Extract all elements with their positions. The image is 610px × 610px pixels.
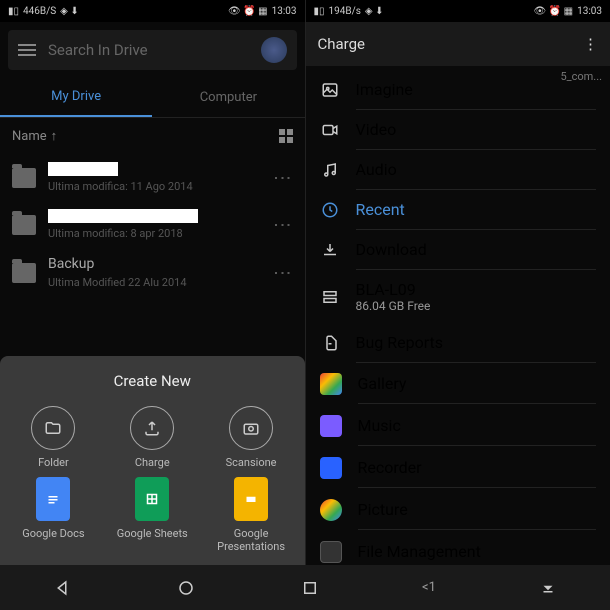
grid-view-icon[interactable] <box>279 129 293 143</box>
tab-my-drive[interactable]: My Drive <box>0 78 152 117</box>
speed-text: 446B/S <box>23 6 56 17</box>
gallery-icon <box>320 373 342 395</box>
more-icon[interactable]: ⋮ <box>272 264 293 282</box>
create-scan[interactable]: Scansione <box>206 406 297 469</box>
download-icon <box>320 240 340 260</box>
recorder-icon <box>320 457 342 479</box>
cat-downloads[interactable]: Download <box>306 230 610 270</box>
picker-panel: ▮▯194B/s◈ ⬇ 👁 ⏰ ▦13:03 Charge ⋮ 5_com...… <box>306 0 610 565</box>
storage-icon <box>320 287 340 307</box>
create-slides[interactable]: Google Presentations <box>206 477 297 553</box>
sheets-icon <box>135 477 169 521</box>
nav-bar: <1 <box>0 565 610 610</box>
file-row[interactable]: Backup Ultima Modified 22 Alu 2014 ⋮ <box>0 248 305 297</box>
create-folder[interactable]: Folder <box>8 406 99 469</box>
speed-text: 194B/s <box>329 6 361 17</box>
cat-video[interactable]: Video <box>306 110 610 150</box>
audio-icon <box>320 160 340 180</box>
cat-bugreports[interactable]: Bug Reports <box>306 323 610 363</box>
cat-audio[interactable]: Audio <box>306 150 610 190</box>
more-icon[interactable]: ⋮ <box>583 35 598 53</box>
arrow-up-icon: ↑ <box>51 128 58 144</box>
create-docs[interactable]: Google Docs <box>8 477 99 553</box>
nav-recent[interactable] <box>298 576 322 600</box>
search-input[interactable]: Search In Drive <box>48 41 249 59</box>
folder-icon <box>12 263 36 283</box>
file-meta: Ultima Modified 22 Alu 2014 <box>48 276 260 289</box>
more-icon[interactable]: ⋮ <box>272 169 293 187</box>
create-upload[interactable]: Charge <box>107 406 198 469</box>
app-picture[interactable]: Picture <box>306 489 610 531</box>
folder-icon <box>12 215 36 235</box>
folder-badge: 5_com... <box>560 70 602 83</box>
clock-icon <box>320 200 340 220</box>
nav-home[interactable] <box>174 576 198 600</box>
status-bar-left: ▮▯446B/S◈ ⬇ 👁 ⏰ ▦13:03 <box>0 0 305 22</box>
create-sheet: Create New Folder Charge Scansione Googl… <box>0 356 305 565</box>
image-icon <box>320 80 340 100</box>
signal-icon: ▮▯ <box>314 6 325 17</box>
time-text: 13:03 <box>272 6 297 17</box>
picture-icon <box>320 499 342 521</box>
status-bar-right: ▮▯194B/s◈ ⬇ 👁 ⏰ ▦13:03 <box>306 0 610 22</box>
file-name: Backup <box>48 256 260 272</box>
file-name <box>48 209 198 223</box>
file-meta: Ultima modifica: 11 Ago 2014 <box>48 180 260 193</box>
bug-icon <box>320 333 340 353</box>
nav-back[interactable] <box>50 576 74 600</box>
app-filemgmt[interactable]: File Management <box>306 531 610 565</box>
sort-row: Name↑ <box>0 118 305 154</box>
file-row[interactable]: Ultima modifica: 11 Ago 2014 ⋮ <box>0 154 305 201</box>
docs-icon <box>36 477 70 521</box>
sheet-title: Create New <box>8 372 297 390</box>
file-row[interactable]: Ultima modifica: 8 apr 2018 ⋮ <box>0 201 305 248</box>
nav-dropdown[interactable] <box>536 576 560 600</box>
folder-icon <box>44 419 62 437</box>
picker-title: Charge <box>318 35 366 53</box>
file-meta: Ultima modifica: 8 apr 2018 <box>48 227 260 240</box>
folder-icon <box>12 168 36 188</box>
video-icon <box>320 120 340 140</box>
avatar[interactable] <box>261 37 287 63</box>
signal-icon: ▮▯ <box>8 6 19 17</box>
more-icon[interactable]: ⋮ <box>272 216 293 234</box>
category-list: Imagine Video Audio Recent Download BLA-… <box>306 66 610 565</box>
tab-computer[interactable]: Computer <box>152 78 304 117</box>
cat-recent[interactable]: Recent <box>306 190 610 230</box>
drive-panel: ▮▯446B/S◈ ⬇ 👁 ⏰ ▦13:03 Search In Drive M… <box>0 0 306 565</box>
camera-icon <box>242 419 260 437</box>
file-name <box>48 162 118 176</box>
picker-header: Charge ⋮ <box>306 22 610 66</box>
music-icon <box>320 415 342 437</box>
cat-storage[interactable]: BLA-L0986.04 GB Free <box>306 270 610 323</box>
sort-button[interactable]: Name↑ <box>12 128 57 144</box>
app-music[interactable]: Music <box>306 405 610 447</box>
app-gallery[interactable]: Gallery <box>306 363 610 405</box>
time-text: 13:03 <box>577 6 602 17</box>
tabs: My Drive Computer <box>0 78 305 118</box>
search-bar[interactable]: Search In Drive <box>8 30 297 70</box>
upload-icon <box>143 419 161 437</box>
slides-icon <box>234 477 268 521</box>
create-sheets[interactable]: Google Sheets <box>107 477 198 553</box>
menu-icon[interactable] <box>18 44 36 56</box>
nav-count[interactable]: <1 <box>422 580 436 595</box>
app-recorder[interactable]: Recorder <box>306 447 610 489</box>
filemgmt-icon <box>320 541 342 563</box>
